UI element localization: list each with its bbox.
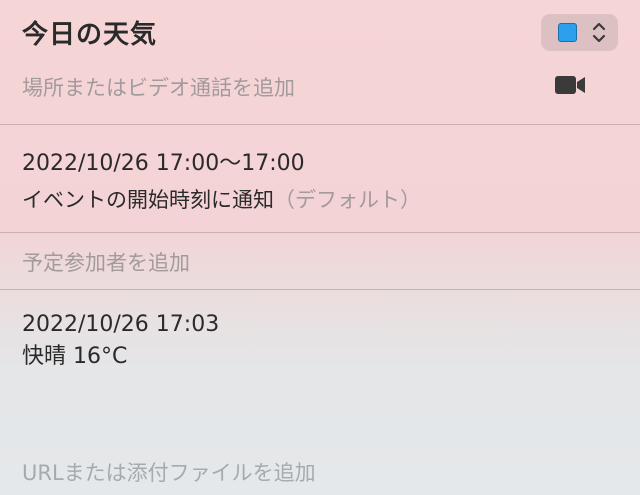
alert-default-label: （デフォルト）	[274, 188, 421, 212]
alert-setting[interactable]: イベントの開始時刻に通知（デフォルト）	[22, 184, 421, 214]
location-input[interactable]: 場所またはビデオ通話を追加	[22, 72, 295, 102]
divider	[0, 289, 640, 290]
event-title[interactable]: 今日の天気	[22, 14, 157, 51]
video-camera-icon[interactable]	[555, 74, 587, 96]
notes-field[interactable]: 2022/10/26 17:03 快晴 16°C	[22, 309, 219, 373]
invitees-input[interactable]: 予定参加者を追加	[22, 247, 190, 277]
calendar-color-swatch	[558, 23, 577, 42]
url-attachment-input[interactable]: URLまたは添付ファイルを追加	[22, 457, 316, 487]
notes-line: 快晴 16°C	[22, 344, 128, 369]
alert-label: イベントの開始時刻に通知	[22, 188, 274, 212]
divider	[0, 124, 640, 125]
updown-chevron-icon	[592, 22, 606, 43]
divider	[0, 232, 640, 233]
event-detail-popover: 今日の天気 場所またはビデオ通話を追加 2022/10/26 17:00～17:…	[0, 0, 640, 495]
calendar-picker-button[interactable]	[541, 14, 618, 51]
notes-line: 2022/10/26 17:03	[22, 312, 220, 337]
event-datetime[interactable]: 2022/10/26 17:00～17:00	[22, 145, 305, 177]
